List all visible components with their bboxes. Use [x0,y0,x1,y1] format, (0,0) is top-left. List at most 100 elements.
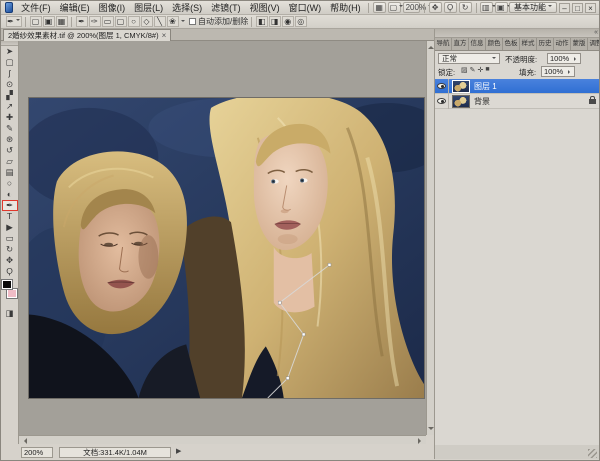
blur-tool[interactable]: ○ [2,178,18,189]
screen-mode-icon[interactable]: ▣ [495,2,511,13]
eyedropper-tool[interactable]: ↗ [2,101,18,112]
lock-all-icon[interactable]: ■ [485,66,489,74]
polygon-tool-button[interactable]: ◇ [140,16,153,27]
tab-swatches[interactable]: 色板 [503,38,520,50]
quick-mask-button[interactable]: ◨ [2,308,18,319]
menu-file[interactable]: 文件(F) [17,1,56,14]
scroll-right-icon[interactable] [418,437,424,444]
healing-brush-tool[interactable]: ✚ [2,112,18,123]
intersect-path-button[interactable]: ◉ [281,16,294,27]
visibility-toggle[interactable] [435,78,449,94]
background-color-swatch[interactable] [5,288,18,299]
ellipse-tool-button[interactable]: ○ [127,16,140,27]
menu-image[interactable]: 图像(I) [94,1,130,14]
menu-filter[interactable]: 滤镜(T) [207,1,246,14]
layer-thumbnail[interactable] [452,94,470,108]
zoom-tool[interactable]: Ϙ [2,266,18,277]
subtract-from-path-button[interactable]: ◨ [268,16,281,27]
maximize-button[interactable]: □ [572,2,583,13]
paths-button[interactable]: ▣ [42,16,55,27]
view-extras-icon[interactable]: ▢ [387,2,404,13]
blend-mode-select[interactable]: 正常 [438,53,500,64]
layer-thumbnail[interactable] [452,79,470,93]
opacity-field[interactable]: 100% [547,53,581,64]
status-zoom-field[interactable]: 200% [21,447,53,458]
lasso-tool[interactable]: ʃ [2,68,18,79]
lock-image-icon[interactable]: ✎ [470,66,476,74]
workspace-switcher[interactable]: 基本功能 [509,2,557,13]
quick-selection-tool[interactable]: ⊙ [2,79,18,90]
pen-tool-selected[interactable]: ✒ [1,200,18,211]
photo-two-women[interactable] [28,97,425,399]
hand-icon[interactable]: ✥ [428,2,442,13]
crop-tool[interactable]: ▞ [2,90,18,101]
hand-tool[interactable]: ✥ [2,255,18,266]
line-tool-button[interactable]: ╲ [153,16,166,27]
document-tab[interactable]: 2婚纱效果素材.tif @ 200%(图层 1, CMYK/8#) × [3,29,172,41]
type-tool[interactable]: T [2,211,18,222]
menu-layer[interactable]: 图层(L) [130,1,168,14]
arrange-documents-icon[interactable]: ▥ [480,2,496,13]
rectangle-tool-button[interactable]: ▭ [101,16,114,27]
dodge-tool[interactable]: ◐ [2,189,18,200]
shape-layers-button[interactable]: ▢ [29,16,42,27]
menu-window[interactable]: 窗口(W) [284,1,326,14]
tab-masks[interactable]: 蒙版 [571,38,588,50]
vertical-scrollbar[interactable] [426,41,434,435]
add-to-path-button[interactable]: ◧ [255,16,268,27]
tab-adjustments[interactable]: 调整 [588,38,599,50]
launch-bridge-icon[interactable]: ▦ [372,2,386,13]
layer-row-background[interactable]: 背景 [435,93,599,109]
close-tab-icon[interactable]: × [162,31,167,40]
path-selection-tool[interactable]: ▶ [2,222,18,233]
menu-help[interactable]: 帮助(H) [326,1,366,14]
history-brush-tool[interactable]: ↺ [2,145,18,156]
zoom-level-dropdown[interactable]: 200% [402,2,433,13]
clone-stamp-tool[interactable]: ⊛ [2,134,18,145]
horizontal-scrollbar[interactable] [19,435,426,444]
auto-add-delete-checkbox[interactable] [189,18,196,25]
layer-row-layer1[interactable]: 图层 1 [435,78,599,94]
gradient-tool[interactable]: ▤ [2,167,18,178]
freeform-pen-button[interactable]: ✑ [88,16,101,27]
resize-grip[interactable] [588,449,597,458]
canvas-area[interactable] [19,41,426,435]
lock-transparency-icon[interactable]: ▨ [461,66,468,74]
minimize-button[interactable]: – [559,2,570,13]
custom-shape-tool-button[interactable]: ❀ [166,16,179,27]
marquee-tool[interactable]: ▢ [2,57,18,68]
menu-view[interactable]: 视图(V) [245,1,284,14]
zoom-icon[interactable]: Ϙ [443,2,457,13]
tab-color[interactable]: 颜色 [486,38,503,50]
brush-tool[interactable]: ✎ [2,123,18,134]
scroll-left-icon[interactable] [21,437,27,444]
close-button[interactable]: × [585,2,596,13]
tab-actions[interactable]: 动作 [554,38,571,50]
pen-tool-button[interactable]: ✒ [75,16,88,27]
exclude-path-button[interactable]: ◎ [294,16,307,27]
lock-position-icon[interactable]: ✛ [478,66,484,74]
tab-histogram[interactable]: 直方 [452,38,469,50]
eraser-tool[interactable]: ▱ [2,156,18,167]
rounded-rectangle-tool-button[interactable]: ▢ [114,16,127,27]
shape-tool[interactable]: ▭ [2,233,18,244]
tool-preset-picker[interactable]: ✒ [5,16,22,27]
rotate-view-icon[interactable]: ↻ [458,2,472,13]
menu-select[interactable]: 选择(S) [168,1,207,14]
fill-field[interactable]: 100% [541,66,575,77]
layer-name[interactable]: 图层 1 [474,81,599,92]
photoshop-window: 文件(F) 编辑(E) 图像(I) 图层(L) 选择(S) 滤镜(T) 视图(V… [0,0,600,461]
tab-info[interactable]: 信息 [469,38,486,50]
fill-pixels-button[interactable]: ▦ [55,16,68,27]
menu-edit[interactable]: 编辑(E) [55,1,94,14]
foreground-color-swatch[interactable] [1,279,13,290]
move-tool[interactable]: ➤ [2,46,18,57]
3d-rotate-tool[interactable]: ↻ [2,244,18,255]
tab-styles[interactable]: 样式 [520,38,537,50]
collapse-dock-icon[interactable]: « [594,29,598,36]
layer-name[interactable]: 背景 [474,96,589,107]
status-menu-arrow-icon[interactable]: ▶ [176,447,181,455]
visibility-toggle[interactable] [435,93,449,109]
tab-history[interactable]: 历史 [537,38,554,50]
tab-navigator[interactable]: 导航 [435,38,452,50]
